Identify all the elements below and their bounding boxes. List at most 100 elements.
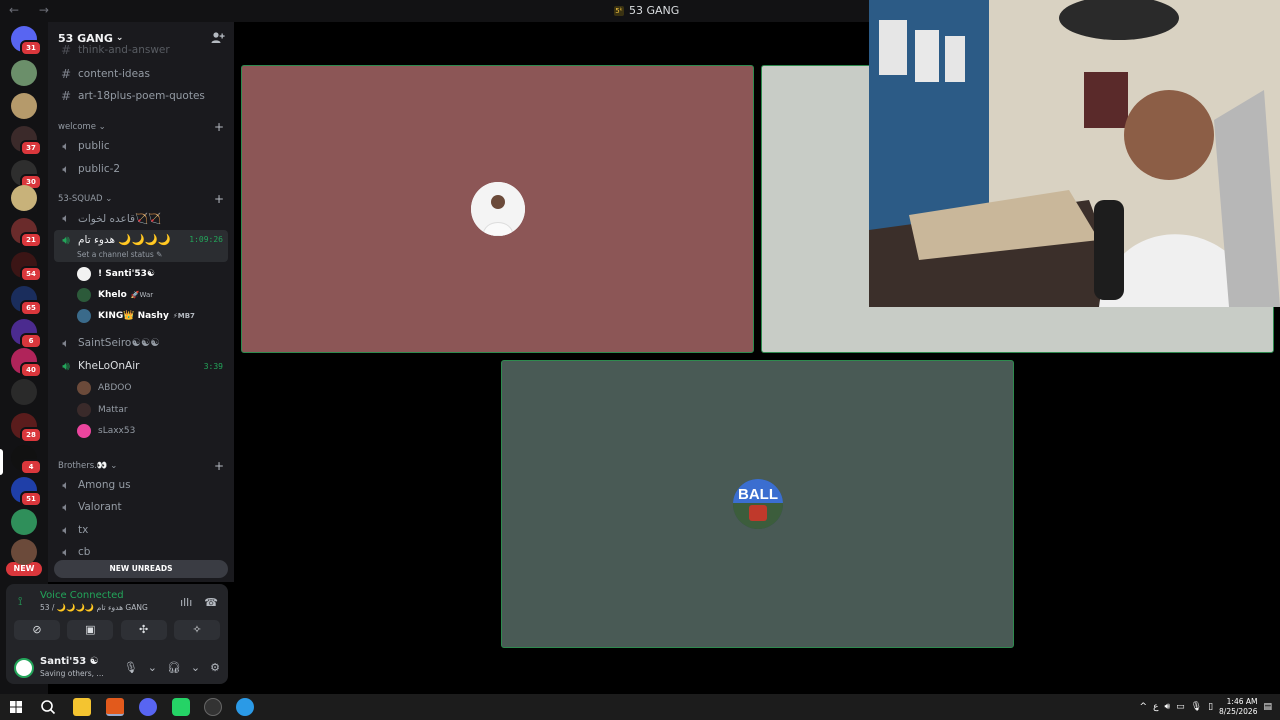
server-icon[interactable]: 28 — [11, 413, 42, 443]
settings-gear-icon[interactable]: ⚙ — [210, 661, 220, 674]
server-icon[interactable]: 6 — [11, 319, 42, 349]
invite-user-icon[interactable] — [211, 31, 225, 45]
server-icon[interactable] — [11, 379, 37, 405]
server-icon[interactable]: 40 — [11, 348, 42, 378]
voice-member[interactable]: ABDOO — [77, 379, 131, 397]
chevron-down-icon[interactable]: ⌄ — [148, 661, 157, 674]
server-icon[interactable] — [11, 509, 37, 535]
server-icon[interactable]: 54 — [11, 252, 42, 282]
brave-browser-icon[interactable] — [106, 698, 124, 716]
server-icon[interactable]: 37 — [11, 126, 42, 156]
soundboard-button[interactable]: ✧ — [173, 620, 220, 640]
category-brothers[interactable]: Brothers.👀 ⌄ + — [58, 459, 224, 473]
clock[interactable]: 1:46 AM 8/25/2026 — [1219, 697, 1257, 717]
voice-channel-squad-first[interactable]: 🔈︎ قاعده لخوات🏹🏹 — [54, 208, 228, 228]
user-avatar[interactable] — [14, 658, 34, 678]
mention-badge: 28 — [20, 427, 42, 443]
disconnect-icon[interactable]: ☎ — [204, 596, 218, 609]
voice-channel-saint[interactable]: 🔈︎ SaintSeiro☯☯☯ — [54, 333, 228, 353]
volume-icon[interactable]: 🔊︎ — [1164, 702, 1170, 712]
chevron-down-icon[interactable]: ⌄ — [191, 661, 200, 674]
voice-connected-info[interactable]: ⟟ Voice Connected 53 / 🌙🌙🌙🌙 هدوء تام GAN… — [14, 590, 148, 612]
chevron-down-icon: ⌄ — [115, 33, 124, 43]
microphone-icon[interactable]: 🎙︎ — [1191, 702, 1202, 712]
avatar — [77, 288, 91, 302]
channel-sidebar: 53 GANG ⌄ # think-and-answer # content-i… — [48, 22, 234, 582]
add-channel-icon[interactable]: + — [214, 120, 224, 134]
discord-taskbar-icon[interactable] — [139, 698, 157, 716]
voice-channel-path: 53 / 🌙🌙🌙🌙 هدوء تام GANG — [40, 603, 148, 612]
video-tile[interactable] — [241, 65, 754, 353]
server-icon[interactable] — [11, 539, 37, 565]
avatar — [77, 267, 91, 281]
screen-share-button[interactable]: ▣ — [67, 620, 114, 640]
obs-icon[interactable] — [204, 698, 222, 716]
file-explorer-icon[interactable] — [73, 698, 91, 716]
network-icon[interactable]: ▭ — [1176, 702, 1185, 712]
noise-suppression-icon[interactable]: ıllı — [180, 596, 192, 609]
windows-start-icon[interactable] — [7, 698, 25, 716]
avatar — [77, 381, 91, 395]
headphones-icon[interactable]: 🎧︎ — [167, 661, 181, 674]
channel-partial[interactable]: # think-and-answer — [54, 44, 228, 56]
activities-button[interactable]: ✣ — [120, 620, 167, 640]
voice-channel-public[interactable]: 🔈︎ public — [54, 136, 228, 156]
server-icon[interactable] — [11, 93, 37, 119]
mention-badge: 65 — [20, 300, 42, 316]
voice-member[interactable]: sLaxx53 — [77, 422, 135, 440]
voice-channel-among-us[interactable]: 🔈︎ Among us — [54, 475, 228, 495]
member-tag: ⚡MB7 — [172, 312, 195, 320]
chevron-up-icon[interactable]: ^ — [1140, 702, 1148, 712]
chevron-down-icon: ⌄ — [105, 194, 113, 204]
voice-member[interactable]: Mattar — [77, 401, 128, 419]
video-tile[interactable]: BALL — [501, 360, 1014, 648]
add-channel-icon[interactable]: + — [214, 459, 224, 473]
voice-control-buttons: ⊘ ▣ ✣ ✧ — [14, 620, 220, 640]
new-unreads-button[interactable]: NEW UNREADS — [54, 560, 228, 578]
voice-channel-tx[interactable]: 🔈︎ tx — [54, 520, 228, 540]
server-icon[interactable] — [11, 60, 37, 86]
user-controls: 🎙︎ ⌄ 🎧︎ ⌄ ⚙ — [124, 661, 220, 674]
category-53-squad[interactable]: 53-SQUAD ⌄ + — [58, 192, 224, 206]
webcam-overlay — [869, 0, 1280, 307]
channel-name: tx — [78, 524, 89, 536]
voice-channel-kheloonair[interactable]: 🔊︎ KheLoOnAir 3:39 — [54, 356, 228, 376]
server-icon[interactable]: 65 — [11, 286, 42, 316]
speaker-icon: 🔈︎ — [62, 522, 70, 537]
app-icon[interactable] — [236, 698, 254, 716]
server-icon[interactable]: 21 — [11, 218, 42, 248]
category-label: 53-SQUAD — [58, 194, 103, 204]
speaker-icon: 🔈︎ — [62, 138, 70, 153]
language-indicator[interactable]: ع — [1153, 702, 1158, 712]
server-icon[interactable]: 51 — [11, 477, 42, 507]
participant-avatar — [471, 182, 525, 236]
category-welcome[interactable]: welcome ⌄ + — [58, 120, 224, 134]
mention-badge: 31 — [20, 40, 42, 56]
back-forward-nav[interactable]: ← → — [9, 3, 57, 17]
channel-name: هدوء تام 🌙🌙🌙🌙 — [78, 234, 171, 246]
camera-off-button[interactable]: ⊘ — [14, 620, 60, 640]
channel-name: cb — [78, 546, 91, 558]
battery-icon[interactable]: ▯ — [1208, 702, 1213, 712]
add-channel-icon[interactable]: + — [214, 192, 224, 206]
channel-art-poem-quotes[interactable]: # art-18plus-poem-quotes — [54, 86, 228, 106]
server-icon[interactable] — [11, 185, 37, 211]
voice-channel-valorant[interactable]: 🔈︎ Valorant — [54, 497, 228, 517]
search-icon[interactable] — [39, 698, 57, 716]
microphone-icon[interactable]: 🎙︎ — [124, 661, 138, 674]
voice-member[interactable]: ! Santi'53☯ — [77, 265, 155, 283]
server-icon[interactable]: 4 — [11, 445, 42, 475]
window-title-text: 53 GANG — [629, 4, 680, 17]
channel-content-ideas[interactable]: # content-ideas — [54, 64, 228, 84]
member-name: KING👑 Nashy — [98, 311, 169, 321]
voice-member[interactable]: KING👑 Nashy ⚡MB7 — [77, 307, 195, 325]
whatsapp-icon[interactable] — [172, 698, 190, 716]
server-icon[interactable]: 30 — [11, 160, 42, 190]
voice-channel-public-2[interactable]: 🔈︎ public-2 — [54, 159, 228, 179]
user-bar[interactable]: Santi'53 ☯ Saving others, ... 🎙︎ ⌄ 🎧︎ ⌄ … — [14, 654, 224, 682]
voice-channel-cb[interactable]: 🔈︎ cb — [54, 542, 228, 562]
set-channel-status-link[interactable]: Set a channel status ✎ — [77, 250, 162, 259]
server-icon[interactable]: 31 — [11, 26, 42, 56]
voice-member[interactable]: Khelo 🚀War — [77, 286, 153, 304]
notifications-icon[interactable]: ▤ — [1263, 702, 1272, 712]
